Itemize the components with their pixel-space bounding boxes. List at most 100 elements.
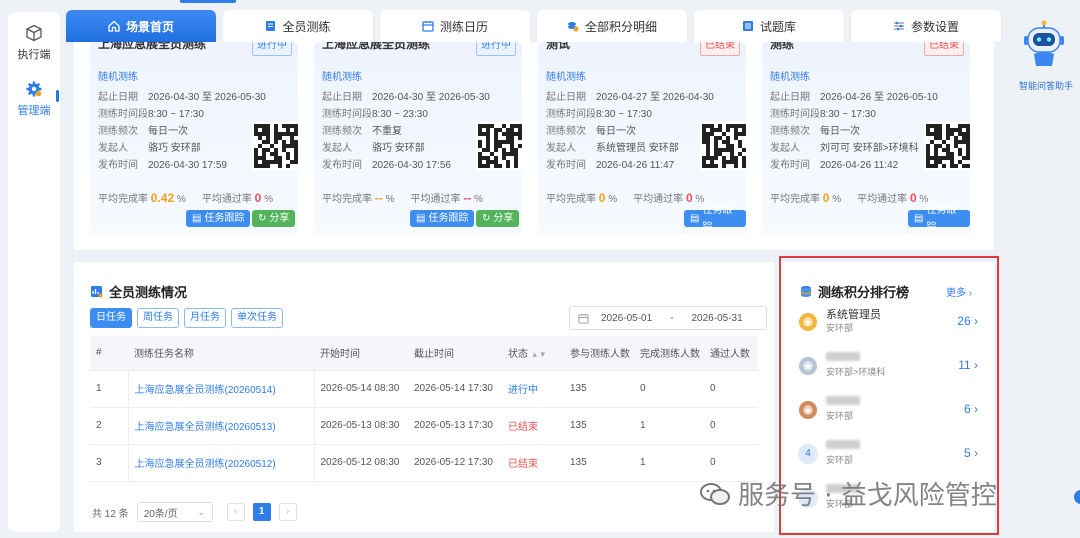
task-card[interactable]: 测练 已结束 随机测练 起止日期 2026-04-26 至 2026-05-10 测练时间… bbox=[762, 42, 972, 234]
row-value: 2026-04-30 17:59 bbox=[148, 160, 227, 171]
share-button[interactable]: ↻ 分享 bbox=[252, 210, 296, 227]
row-value: 刘可可 安环部>环境科 bbox=[820, 143, 919, 154]
card-type: 随机测练 bbox=[546, 72, 586, 83]
document-icon: ▤ bbox=[192, 213, 202, 224]
task-track-label: 任务跟踪 bbox=[926, 204, 957, 233]
date-end[interactable]: 2026-05-31 bbox=[692, 313, 743, 324]
row-value: 2026-04-30 bbox=[372, 92, 424, 103]
cell-status: 已结束 bbox=[502, 407, 564, 445]
sort-icon[interactable]: ▲▼ bbox=[531, 350, 547, 359]
book-icon bbox=[266, 21, 276, 31]
table-row[interactable]: 1 上海应急展全员测练(20260514) 2026-05-14 08:30 2026… bbox=[90, 370, 758, 408]
calendar-icon bbox=[422, 21, 434, 32]
share-button[interactable]: ↻ 分享 bbox=[476, 210, 520, 227]
cell-passed: 0 bbox=[704, 407, 758, 445]
cell-participants: 135 bbox=[564, 444, 634, 482]
unit: % bbox=[264, 194, 273, 205]
document-icon: ▤ bbox=[914, 213, 924, 224]
card-frequency-row: 测练频次 每日一次 bbox=[98, 122, 188, 137]
cell-end: 2026-05-13 17:30 bbox=[408, 407, 502, 445]
row-value: 每日一次 bbox=[148, 126, 188, 137]
col-status[interactable]: 状态 ▲▼ bbox=[502, 336, 564, 371]
share-label: 分享 bbox=[269, 213, 290, 224]
row-value: 2026-04-30 17:56 bbox=[372, 160, 451, 171]
unit: % bbox=[832, 194, 842, 205]
card-title: 测试 bbox=[546, 42, 571, 51]
task-track-label: 任务跟踪 bbox=[702, 204, 733, 233]
row-value: 2026-04-27 bbox=[596, 92, 648, 103]
tab-label: 参数设置 bbox=[910, 19, 959, 34]
rail-item-manager[interactable]: 管理端 bbox=[8, 80, 60, 118]
card-date-row: 起止日期 2026-04-26 至 2026-05-10 bbox=[770, 88, 938, 103]
avg-pass-value: 0 bbox=[909, 191, 917, 205]
tab-label: 全员测练 bbox=[282, 19, 331, 34]
task-track-button[interactable]: ▤ 任务跟踪 bbox=[908, 205, 970, 233]
tab-home[interactable]: 场景首页 bbox=[66, 10, 216, 42]
total-count: 共 12 条 bbox=[92, 508, 129, 520]
date-start[interactable]: 2026-05-01 bbox=[601, 313, 652, 324]
card-frequency-row: 测练频次 每日一次 bbox=[770, 122, 860, 137]
tab-practice-calendar[interactable]: 测练日历 bbox=[380, 10, 530, 42]
unit: % bbox=[608, 194, 618, 205]
row-key: 起止日期 bbox=[770, 92, 810, 103]
page-size-select[interactable]: 20条/页 ⌄ bbox=[136, 502, 213, 522]
assistant-label[interactable]: 智能问答助手 bbox=[1016, 79, 1076, 92]
tab-all-staff-practice[interactable]: 全员测练 bbox=[223, 10, 373, 42]
card-time-row: 测练时间段8:30 ~ 23:30 bbox=[322, 105, 428, 120]
robot-assistant-icon[interactable] bbox=[1022, 20, 1066, 68]
date-range-picker[interactable]: 2026-05-01 - 2026-05-31 bbox=[569, 306, 767, 330]
chart-list-icon bbox=[91, 286, 103, 298]
row-value: 骆巧 安环部 bbox=[148, 143, 201, 154]
row-key: 发起人 bbox=[770, 143, 800, 154]
tab-points-detail[interactable]: 全部积分明细 bbox=[537, 10, 687, 42]
row-value: 2026-04-26 11:47 bbox=[596, 160, 675, 171]
prev-page-button[interactable]: ‹ bbox=[226, 503, 245, 521]
filter-weekly[interactable]: 周任务 bbox=[137, 308, 179, 328]
qr-code-icon bbox=[924, 122, 972, 170]
tab-question-bank[interactable]: 试题库 bbox=[694, 10, 844, 42]
filter-single[interactable]: 单次任务 bbox=[231, 308, 283, 328]
task-card[interactable]: 测试 已结束 随机测练 起止日期 2026-04-27 至 2026-04-30 测练时间… bbox=[538, 42, 748, 234]
unit: % bbox=[474, 194, 483, 205]
row-connector: 至 bbox=[425, 92, 436, 103]
col-end-time: 截止时间 bbox=[408, 336, 502, 371]
next-page-button[interactable]: › bbox=[278, 503, 297, 521]
avg-pass-label: 平均通过率 bbox=[633, 194, 684, 205]
task-card[interactable]: 上海应急展全员测练 进行中 随机测练 起止日期 2026-04-30 至 2026-05… bbox=[90, 42, 300, 234]
cube-icon bbox=[26, 24, 42, 42]
cell-completed: 1 bbox=[634, 444, 704, 482]
filter-monthly[interactable]: 月任务 bbox=[184, 308, 226, 328]
qr-code-icon bbox=[476, 122, 524, 170]
card-title: 测练 bbox=[770, 42, 795, 51]
col-status-label: 状态 bbox=[508, 349, 528, 361]
cell-task-name-link[interactable]: 上海应急展全员测练(20260514) bbox=[127, 370, 315, 408]
cell-task-name-link[interactable]: 上海应急展全员测练(20260512) bbox=[127, 444, 315, 482]
row-key: 起止日期 bbox=[98, 92, 138, 103]
card-frequency-row: 测练频次 每日一次 bbox=[546, 122, 636, 137]
row-connector: 至 bbox=[873, 92, 884, 103]
row-key: 发起人 bbox=[546, 143, 576, 154]
avg-pass-label: 平均通过率 bbox=[201, 194, 252, 205]
task-track-button[interactable]: ▤ 任务跟踪 bbox=[684, 205, 746, 233]
table-header-row: # 测练任务名称 开始时间 截止时间 状态 ▲▼ 参与测练人数 完成测练人数 通… bbox=[90, 336, 758, 371]
cell-task-name-link[interactable]: 上海应急展全员测练(20260513) bbox=[127, 407, 315, 445]
avg-pass-label: 平均通过率 bbox=[857, 194, 908, 205]
tab-settings[interactable]: 参数设置 bbox=[851, 10, 1001, 42]
row-value: 2026-04-26 11:42 bbox=[820, 160, 899, 171]
row-key: 发布时间 bbox=[98, 160, 138, 171]
side-float-button[interactable] bbox=[1074, 490, 1080, 504]
card-time-row: 测练时间段8:30 ~ 17:30 bbox=[546, 105, 652, 120]
col-passed: 通过人数 bbox=[704, 336, 758, 371]
filter-daily[interactable]: 日任务 bbox=[90, 308, 132, 328]
tab-label: 场景首页 bbox=[125, 19, 174, 34]
card-type: 随机测练 bbox=[322, 72, 362, 83]
table-row[interactable]: 3 上海应急展全员测练(20260512) 2026-05-12 08:30 2026… bbox=[90, 444, 758, 482]
table-row[interactable]: 2 上海应急展全员测练(20260513) 2026-05-13 08:30 2026… bbox=[90, 407, 758, 445]
task-card[interactable]: 上海应急展全员测练 进行中 随机测练 起止日期 2026-04-30 至 2026-05… bbox=[314, 42, 524, 234]
gear-icon bbox=[26, 81, 42, 97]
page-number-button[interactable]: 1 bbox=[252, 503, 271, 521]
task-track-button[interactable]: ▤ 任务跟踪 bbox=[186, 210, 251, 227]
rail-item-executor[interactable]: 执行端 bbox=[8, 24, 60, 62]
row-key: 测练频次 bbox=[98, 126, 138, 137]
task-track-button[interactable]: ▤ 任务跟踪 bbox=[410, 210, 475, 227]
